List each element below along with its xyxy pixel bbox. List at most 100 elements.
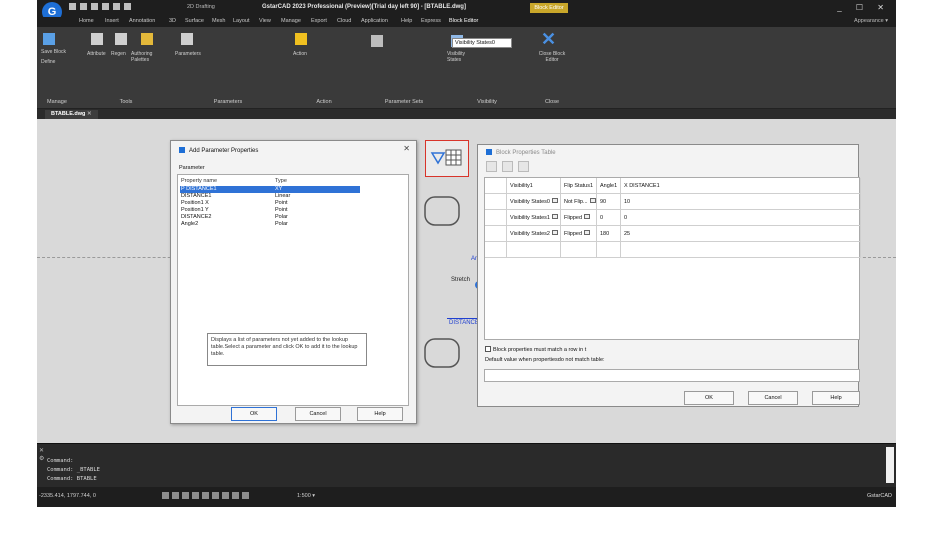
appearance-menu[interactable]: Appearance ▾ <box>854 18 888 24</box>
grid-header[interactable]: Visibility1 <box>507 178 561 194</box>
tab-home[interactable]: Home <box>79 18 94 24</box>
transparency-icon[interactable] <box>232 492 239 499</box>
dropdown-icon[interactable] <box>551 198 558 203</box>
grid-icon[interactable] <box>162 492 169 499</box>
command-input-line[interactable]: Command: BTABLE <box>47 476 97 482</box>
audit-icon[interactable] <box>518 161 529 172</box>
default-value-field[interactable] <box>484 369 860 382</box>
save-icon[interactable] <box>91 3 98 10</box>
tab-view[interactable]: View <box>259 18 271 24</box>
parameter-row[interactable]: Position1 Y Point <box>180 207 360 214</box>
parameters-icon[interactable] <box>181 33 193 45</box>
grid-cell[interactable]: 180 <box>597 226 621 242</box>
grid-cell[interactable]: 0 <box>621 210 861 226</box>
command-scrollbar[interactable] <box>886 447 894 483</box>
grid-cell[interactable]: 0 <box>597 210 621 226</box>
annotation-scale[interactable]: 1:500 ▾ <box>297 493 315 499</box>
tab-cloud[interactable]: Cloud <box>337 18 351 24</box>
action-label[interactable]: Action <box>293 51 307 57</box>
row-header[interactable] <box>485 242 507 258</box>
row-header[interactable] <box>485 226 507 242</box>
grid-header[interactable]: Flip Status1 <box>561 178 597 194</box>
properties-grid[interactable]: Visibility1 Flip Status1 Angle1 X DISTAN… <box>484 177 861 340</box>
authoring-palettes-label[interactable]: Authoring Palettes <box>131 51 165 63</box>
close-icon[interactable]: ✕ <box>403 144 410 153</box>
snap-icon[interactable] <box>172 492 179 499</box>
grid-cell[interactable]: Flipped <box>561 226 597 242</box>
ok-button[interactable]: OK <box>684 391 734 405</box>
grid-header[interactable]: Angle1 <box>597 178 621 194</box>
tab-block-editor[interactable]: Block Editor <box>449 18 478 24</box>
close-block-editor-label[interactable]: Close Block Editor <box>533 51 571 63</box>
tab-3d[interactable]: 3D <box>169 18 176 24</box>
grid-cell-empty[interactable] <box>597 242 621 258</box>
grid-cell[interactable]: Visibility States1 <box>507 210 561 226</box>
help-button[interactable]: Help <box>357 407 403 421</box>
grid-cell[interactable]: Flipped <box>561 210 597 226</box>
parameter-row[interactable]: P DISTANCE1 XY <box>180 186 360 193</box>
stretch-action-label[interactable]: Stretch <box>451 277 470 283</box>
grid-cell-empty[interactable] <box>561 242 597 258</box>
tab-help[interactable]: Help <box>401 18 412 24</box>
polar-icon[interactable] <box>192 492 199 499</box>
workspace-selector[interactable]: 2D Drafting <box>187 4 215 10</box>
parameter-set-icon[interactable] <box>371 35 383 47</box>
attribute-icon[interactable] <box>91 33 103 45</box>
tab-manage[interactable]: Manage <box>281 18 301 24</box>
dropdown-icon[interactable] <box>584 230 591 235</box>
redo-icon[interactable] <box>124 3 131 10</box>
open-icon[interactable] <box>80 3 87 10</box>
otrack-icon[interactable] <box>212 492 219 499</box>
dropdown-icon[interactable] <box>551 230 558 235</box>
grid-cell[interactable]: Visibility States2 <box>507 226 561 242</box>
tab-export[interactable]: Export <box>311 18 327 24</box>
new-icon[interactable] <box>69 3 76 10</box>
grid-cell[interactable]: 10 <box>621 194 861 210</box>
must-match-checkbox-row[interactable]: Block properties must match a row in t <box>485 346 586 353</box>
help-button[interactable]: Help <box>812 391 860 405</box>
row-header[interactable] <box>485 194 507 210</box>
ortho-icon[interactable] <box>182 492 189 499</box>
window-controls[interactable]: _ ☐ ✕ <box>837 3 890 12</box>
cancel-button[interactable]: Cancel <box>748 391 798 405</box>
dropdown-icon[interactable] <box>589 198 596 203</box>
parameter-row[interactable]: Position1 X Point <box>180 200 360 207</box>
close-tab-icon[interactable]: ✕ <box>87 111 92 117</box>
lineweight-icon[interactable] <box>222 492 229 499</box>
save-block-icon[interactable] <box>43 33 55 45</box>
grid-cell[interactable]: 90 <box>597 194 621 210</box>
selection-cycling-icon[interactable] <box>242 492 249 499</box>
must-match-checkbox[interactable] <box>485 346 491 352</box>
grid-cell-empty[interactable] <box>621 242 861 258</box>
block-table-icon[interactable] <box>425 140 469 177</box>
authoring-palettes-icon[interactable] <box>141 33 153 45</box>
document-tab-btable[interactable]: BTABLE.dwg ✕ <box>45 110 98 119</box>
parameter-row[interactable]: DISTANCE1 Linear <box>180 193 360 200</box>
action-icon[interactable] <box>295 33 307 45</box>
osnap-icon[interactable] <box>202 492 209 499</box>
ok-button[interactable]: OK <box>231 407 277 421</box>
tab-insert[interactable]: Insert <box>105 18 119 24</box>
tab-express[interactable]: Express <box>421 18 441 24</box>
print-icon[interactable] <box>102 3 109 10</box>
tab-annotation[interactable]: Annotation <box>129 18 155 24</box>
new-properties-icon[interactable] <box>502 161 513 172</box>
save-block-label[interactable]: Save Block <box>41 49 66 55</box>
column-header-name[interactable]: Property name <box>181 178 217 184</box>
visibility-state-dropdown[interactable]: Visibility States0 <box>452 38 512 48</box>
regen-label[interactable]: Regen <box>111 51 126 57</box>
tab-layout[interactable]: Layout <box>233 18 250 24</box>
row-header[interactable] <box>485 210 507 226</box>
grid-header[interactable]: X DISTANCE1 <box>621 178 861 194</box>
visibility-states-label[interactable]: Visibility States <box>447 51 477 63</box>
command-window-controls[interactable]: ✕ ⚙ <box>39 447 44 463</box>
cancel-button[interactable]: Cancel <box>295 407 341 421</box>
column-header-type[interactable]: Type <box>275 178 287 184</box>
regen-icon[interactable] <box>115 33 127 45</box>
grid-cell[interactable]: Visibility States0 <box>507 194 561 210</box>
attribute-label[interactable]: Attribute <box>87 51 106 57</box>
parameter-row[interactable]: DISTANCE2 Polar <box>180 214 360 221</box>
tab-application[interactable]: Application <box>361 18 388 24</box>
parameters-label[interactable]: Parameters <box>175 51 201 57</box>
parameter-row[interactable]: Angle2 Polar <box>180 221 360 228</box>
